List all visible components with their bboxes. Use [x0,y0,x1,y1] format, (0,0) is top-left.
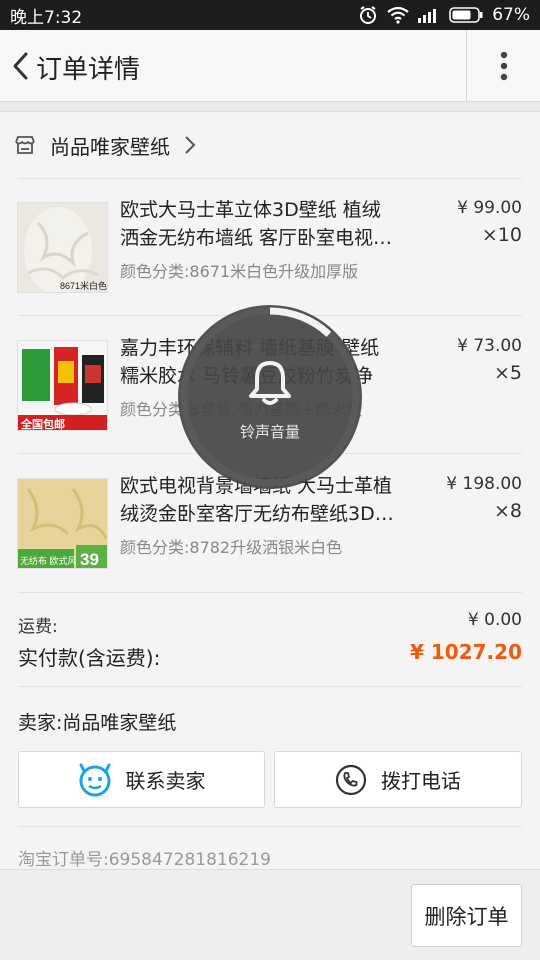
app-header: 订单详情 [0,30,540,102]
product-thumbnail-2: 全国包邮 [17,340,108,431]
divider [18,826,522,827]
product-sku-1: 颜色分类:8671米白色升级加厚版 [120,262,359,281]
bottom-action-bar: 删除订单 [0,869,540,960]
battery-percent: 67% [492,5,530,25]
product-price-2: ¥ 73.00 [457,336,522,356]
product-price-3: ¥ 198.00 [446,474,522,494]
more-menu-button[interactable] [467,30,540,102]
call-seller-button[interactable]: 拨打电话 [274,751,522,808]
back-button[interactable] [8,48,32,84]
product-thumbnail-3: 无纺布 欧式风格 39 [17,478,108,569]
store-icon [15,136,35,154]
svg-text:39: 39 [80,550,99,569]
divider [18,686,522,687]
delete-order-button[interactable]: 删除订单 [411,884,522,947]
more-vertical-icon [500,51,507,81]
status-time: 晚上7:32 [10,7,83,28]
product-sku-3: 颜色分类:8782升级洒银米白色 [120,538,343,557]
page-title: 订单详情 [36,55,141,85]
call-seller-label: 拨打电话 [381,769,461,793]
wifi-icon [387,6,409,24]
signal-icon [418,7,440,23]
seller-label: 卖家:尚品唯家壁纸 [18,712,177,734]
chevron-right-icon [185,136,196,154]
ringtone-volume-overlay: 铃声音量 [178,305,362,489]
shop-row[interactable]: 尚品唯家壁纸 [0,112,540,178]
contact-seller-button[interactable]: 联系卖家 [18,751,265,808]
order-content: 尚品唯家壁纸 8671米白色 欧式大马士革立体3D壁纸 植绒 洒金无纺布墙纸 客… [0,112,540,870]
svg-text:无纺布 欧式风格: 无纺布 欧式风格 [20,555,86,566]
status-bar: 晚上7:32 67% [0,0,540,30]
battery-icon [449,7,483,23]
svg-text:全国包邮: 全国包邮 [20,417,65,431]
shop-name: 尚品唯家壁纸 [50,134,170,159]
product-price-1: ¥ 99.00 [457,198,522,218]
phone-icon [335,764,367,796]
paid-value: ¥ 1027.20 [410,640,522,664]
shipping-label: 运费: [18,617,58,637]
order-number: 淘宝订单号:695847281816219 [18,850,271,870]
shipping-value: ¥ 0.00 [467,610,522,630]
volume-level-arc [269,307,332,337]
chevron-left-icon [13,52,28,80]
header-subbar [0,102,540,112]
svg-text:8671米白色: 8671米白色 [60,280,107,291]
product-title-1: 欧式大马士革立体3D壁纸 植绒 洒金无纺布墙纸 客厅卧室电视… [120,199,393,249]
product-qty-3: ×8 [493,500,522,522]
product-thumbnail-1: 8671米白色 [17,202,108,293]
order-item-1[interactable]: 8671米白色 欧式大马士革立体3D壁纸 植绒 洒金无纺布墙纸 客厅卧室电视… … [0,178,540,308]
product-qty-2: ×5 [493,362,522,384]
alarm-icon [358,5,378,25]
product-qty-1: ×10 [481,224,522,246]
chat-face-icon [78,763,112,797]
volume-ring [180,307,360,487]
divider [18,592,522,593]
paid-label: 实付款(含运费): [18,646,161,670]
contact-seller-label: 联系卖家 [125,769,206,793]
